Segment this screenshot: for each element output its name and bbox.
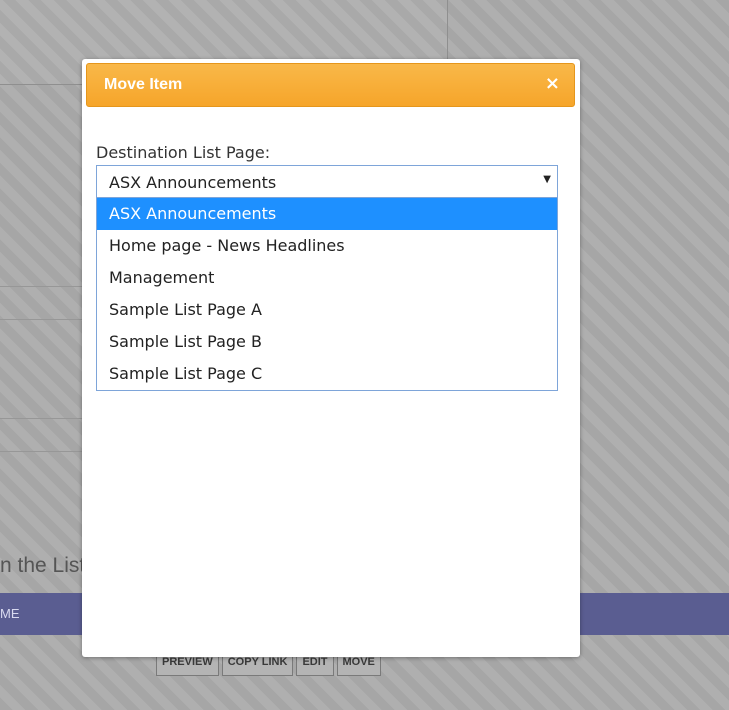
destination-select[interactable]: ASX Announcements ▼	[96, 165, 558, 198]
background-divider	[0, 286, 84, 287]
option-home-page-news-headlines[interactable]: Home page - News Headlines	[97, 230, 557, 262]
dropdown-arrow-icon: ▼	[543, 174, 551, 185]
background-divider	[0, 451, 84, 452]
close-icon[interactable]: ×	[545, 75, 560, 93]
destination-options-list: ASX Announcements Home page - News Headl…	[96, 198, 558, 391]
option-sample-list-page-a[interactable]: Sample List Page A	[97, 294, 557, 326]
destination-label: Destination List Page:	[96, 143, 271, 162]
background-divider	[0, 418, 84, 419]
dialog-title: Move Item	[104, 76, 183, 93]
background-heading: n the List	[0, 554, 86, 577]
option-sample-list-page-c[interactable]: Sample List Page C	[97, 358, 557, 390]
option-sample-list-page-b[interactable]: Sample List Page B	[97, 326, 557, 358]
move-item-dialog: Move Item × Destination List Page: ASX A…	[82, 59, 580, 657]
option-asx-announcements[interactable]: ASX Announcements	[97, 198, 557, 230]
option-management[interactable]: Management	[97, 262, 557, 294]
dialog-header: Move Item ×	[86, 63, 575, 107]
background-divider	[0, 319, 84, 320]
background-column-label: ME	[0, 606, 20, 621]
destination-select-value: ASX Announcements	[109, 173, 277, 192]
